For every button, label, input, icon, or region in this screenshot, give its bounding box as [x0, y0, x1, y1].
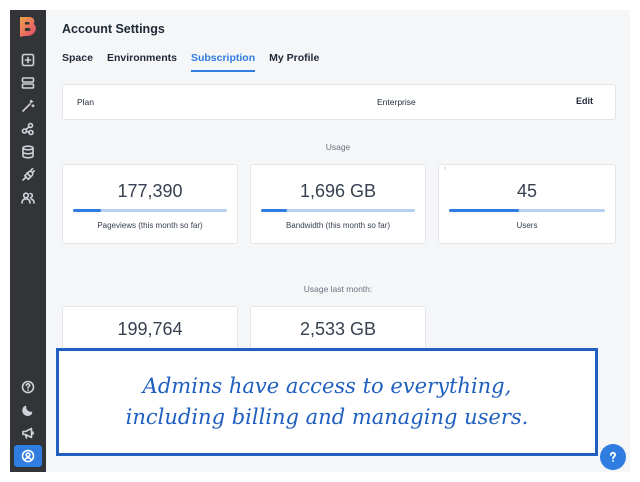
- add-content-icon[interactable]: [18, 50, 38, 70]
- nodes-icon[interactable]: [18, 119, 38, 139]
- sidebar: [10, 10, 46, 472]
- callout-line-1: Admins have access to everything,: [142, 373, 512, 398]
- usage-value: 45: [516, 181, 538, 201]
- usage-caption: Pageviews (this month so far): [97, 221, 203, 230]
- magic-wand-icon[interactable]: [18, 96, 38, 116]
- page-title: Account Settings: [62, 22, 165, 36]
- last-month-value: 199,764: [117, 319, 183, 339]
- plan-edit-button[interactable]: Edit: [576, 96, 593, 106]
- megaphone-icon[interactable]: [18, 423, 38, 443]
- tab-space[interactable]: Space: [62, 52, 93, 72]
- usage-caption: Users: [516, 221, 538, 230]
- plan-card: Plan Enterprise Edit: [62, 84, 616, 120]
- tab-my-profile[interactable]: My Profile: [269, 52, 319, 72]
- moon-icon[interactable]: [18, 400, 38, 420]
- help-chat-button[interactable]: [600, 444, 626, 470]
- help-icon[interactable]: [18, 377, 38, 397]
- logo-icon[interactable]: [18, 16, 38, 38]
- layers-icon[interactable]: [18, 73, 38, 93]
- question-icon: [609, 451, 617, 462]
- plug-icon[interactable]: [18, 165, 38, 185]
- tab-environments[interactable]: Environments: [107, 52, 177, 72]
- usage-caption: Bandwidth (this month so far): [285, 221, 391, 230]
- last-month-value: 2,533 GB: [299, 319, 377, 339]
- settings-tabs: Space Environments Subscription My Profi…: [62, 52, 333, 72]
- usage-progress-fill: [73, 209, 101, 212]
- annotation-callout: Admins have access to everything, includ…: [56, 348, 598, 456]
- database-icon[interactable]: [18, 142, 38, 162]
- account-icon[interactable]: [14, 445, 42, 467]
- usage-progress-bar: [449, 209, 605, 212]
- usage-progress-bar: [73, 209, 227, 212]
- card-corner-mark: ¹: [444, 167, 446, 173]
- usage-heading: Usage: [325, 142, 351, 152]
- tab-subscription[interactable]: Subscription: [190, 52, 256, 72]
- usage-card-pageviews: 177,390 Pageviews (this month so far): [62, 164, 238, 244]
- callout-line-2: including billing and managing users.: [125, 405, 529, 429]
- usage-value: 1,696 GB: [299, 181, 377, 201]
- usage-card-users: ¹ 45 Users: [438, 164, 616, 244]
- usage-value: 177,390: [117, 181, 183, 201]
- plan-label: Plan: [77, 97, 95, 107]
- usage-progress-fill: [449, 209, 520, 212]
- users-icon[interactable]: [18, 188, 38, 208]
- plan-value: Enterprise: [377, 97, 416, 107]
- usage-card-bandwidth: 1,696 GB Bandwidth (this month so far): [250, 164, 426, 244]
- usage-progress-bar: [261, 209, 415, 212]
- usage-last-month-heading: Usage last month:: [303, 284, 373, 294]
- usage-progress-fill: [261, 209, 288, 212]
